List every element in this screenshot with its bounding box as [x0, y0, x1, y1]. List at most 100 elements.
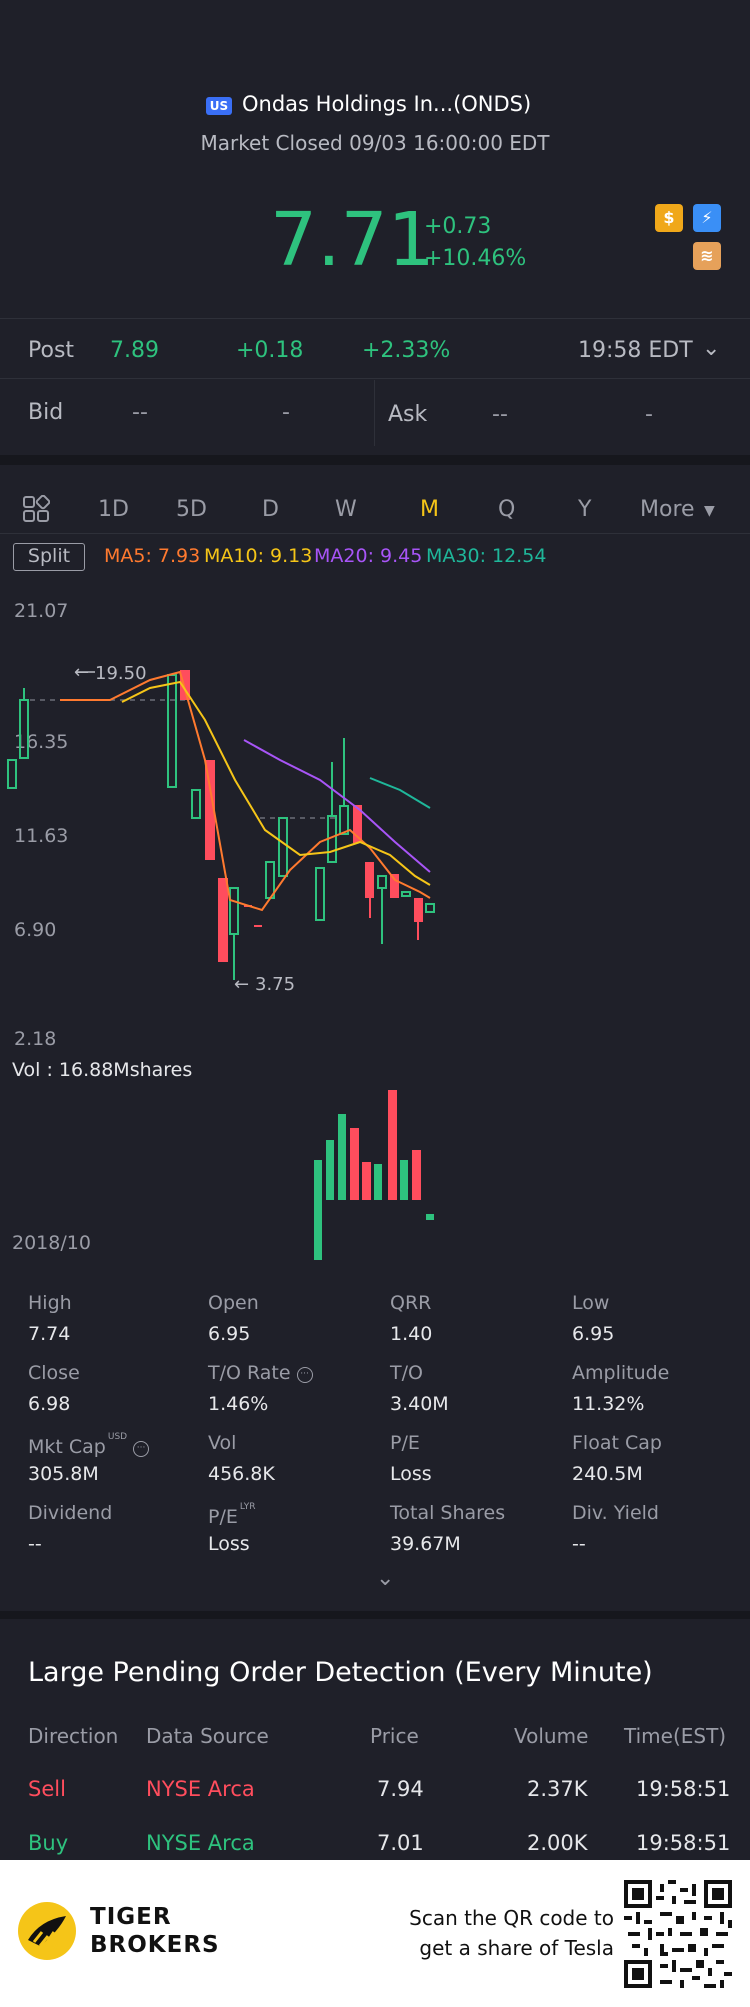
volume-bar: [412, 1150, 421, 1200]
caret-down-icon[interactable]: ▼: [704, 503, 715, 519]
volume-bar: [338, 1114, 346, 1200]
candle: [414, 898, 423, 922]
scan-text-line-1: Scan the QR code to: [409, 1906, 614, 1930]
order-volume: 2.37K: [527, 1777, 588, 1801]
y-tick-label: 21.07: [14, 600, 68, 622]
promo-footer: TIGER BROKERS Scan the QR code to get a …: [0, 1860, 750, 2007]
stat-value-pe: Loss: [390, 1463, 432, 1485]
qr-code[interactable]: [624, 1880, 732, 1988]
y-tick-label: 6.90: [14, 919, 56, 941]
order-time: 19:58:51: [636, 1831, 731, 1855]
ma10-label: MA10: 9.13: [204, 545, 313, 567]
candle: [218, 878, 228, 962]
candle: [191, 789, 201, 819]
stat-label-float-cap: Float Cap: [572, 1432, 662, 1454]
stack-icon[interactable]: ≋: [693, 242, 721, 270]
order-time: 19:58:51: [636, 1777, 731, 1801]
divider: [0, 318, 750, 319]
volume-bar: [388, 1090, 397, 1200]
column-header-source: Data Source: [146, 1724, 269, 1748]
stat-label-mkt-cap: Mkt Cap USD ···: [28, 1432, 150, 1458]
price-change-pct: +10.46%: [424, 246, 527, 271]
pending-orders-panel: Large Pending Order Detection (Every Min…: [0, 1611, 750, 1860]
volume-bar: [426, 1214, 434, 1220]
high-marker: 19.50: [95, 663, 147, 684]
post-time: 19:58 EDT: [578, 338, 693, 363]
stat-value-mkt-cap: 305.8M: [28, 1463, 99, 1485]
column-header-time: Time(EST): [624, 1724, 727, 1748]
column-header-volume: Volume: [514, 1724, 589, 1748]
chevron-down-icon[interactable]: ⌄: [702, 336, 720, 361]
brand-line-1: TIGER: [90, 1904, 172, 1930]
divider: [0, 533, 750, 534]
arrow-left-icon: ←: [74, 662, 89, 683]
candlestick-chart[interactable]: 21.07 16.35 11.63 6.90 2.18 ← 19.50 ← 3.…: [0, 580, 750, 1260]
ma30-line: [369, 777, 431, 809]
candle: [7, 759, 17, 789]
lightning-icon[interactable]: ⚡: [693, 204, 721, 232]
stat-value-pe-lyr: Loss: [208, 1533, 250, 1555]
info-icon[interactable]: ···: [296, 1367, 313, 1383]
stat-label-mkt-cap-text: Mkt Cap: [28, 1436, 106, 1458]
y-tick-label: 16.35: [14, 731, 68, 753]
volume-label: Vol : 16.88Mshares: [12, 1059, 192, 1081]
stat-label-to-rate-text: T/O Rate: [208, 1362, 291, 1384]
stat-label-pe: P/E: [390, 1432, 420, 1454]
brand-line-2: BROKERS: [90, 1932, 220, 1958]
last-price: 7.71: [270, 197, 435, 283]
y-tick-label: 11.63: [14, 825, 68, 847]
stat-value-qrr: 1.40: [390, 1323, 433, 1345]
low-marker: 3.75: [255, 974, 295, 995]
stat-value-float-cap: 240.5M: [572, 1463, 643, 1485]
ask-price: --: [492, 402, 508, 427]
split-button[interactable]: Split: [13, 543, 85, 571]
info-icon[interactable]: ···: [133, 1441, 150, 1457]
tab-w[interactable]: W: [335, 497, 357, 522]
tab-1d[interactable]: 1D: [98, 497, 129, 522]
candle: [425, 903, 435, 913]
stat-label-amplitude: Amplitude: [572, 1362, 670, 1384]
tab-more[interactable]: More: [640, 497, 695, 522]
post-label: Post: [28, 338, 75, 363]
post-change-pct: +2.33%: [362, 338, 451, 363]
stat-value-high: 7.74: [28, 1323, 71, 1345]
tab-q[interactable]: Q: [498, 497, 515, 522]
stat-label-dividend: Dividend: [28, 1502, 113, 1524]
stat-label-to: T/O: [390, 1362, 423, 1384]
tab-m[interactable]: M: [420, 497, 439, 522]
ma30-label: MA30: 12.54: [426, 545, 547, 567]
stat-value-vol: 456.8K: [208, 1463, 275, 1485]
stock-name[interactable]: Ondas Holdings In...(ONDS): [242, 92, 531, 116]
candle: [365, 862, 374, 898]
lyr-superscript: LYR: [239, 1502, 256, 1512]
volume-bar: [400, 1160, 408, 1200]
dollar-icon[interactable]: $: [655, 204, 683, 232]
column-header-direction: Direction: [28, 1724, 119, 1748]
stat-value-to: 3.40M: [390, 1393, 449, 1415]
stat-value-close: 6.98: [28, 1393, 71, 1415]
volume-bars: [314, 1090, 434, 1260]
stat-label-to-rate: T/O Rate ···: [208, 1362, 313, 1384]
bid-size: -: [282, 400, 290, 425]
tab-y[interactable]: Y: [578, 497, 591, 522]
volume-bar: [326, 1140, 334, 1200]
volume-bar: [362, 1162, 371, 1200]
price-change: +0.73: [424, 214, 492, 239]
candle: [390, 874, 399, 898]
divider: [0, 378, 750, 379]
period-tabs: 1D 5D D W M Q Y More ▼: [0, 455, 750, 533]
tab-d[interactable]: D: [262, 497, 279, 522]
grid-icon[interactable]: [22, 494, 51, 523]
bid-price: --: [132, 400, 148, 425]
ma20-label: MA20: 9.45: [314, 545, 423, 567]
order-source: NYSE Arca: [146, 1831, 255, 1855]
candle: [339, 805, 349, 835]
divider: [374, 380, 375, 446]
tab-5d[interactable]: 5D: [176, 497, 207, 522]
expand-chevron-icon[interactable]: ⌄: [376, 1566, 394, 1591]
order-direction: Buy: [28, 1831, 69, 1855]
candle: [265, 861, 275, 899]
stat-value-to-rate: 1.46%: [208, 1393, 269, 1415]
post-price: 7.89: [110, 338, 159, 363]
order-volume: 2.00K: [527, 1831, 588, 1855]
